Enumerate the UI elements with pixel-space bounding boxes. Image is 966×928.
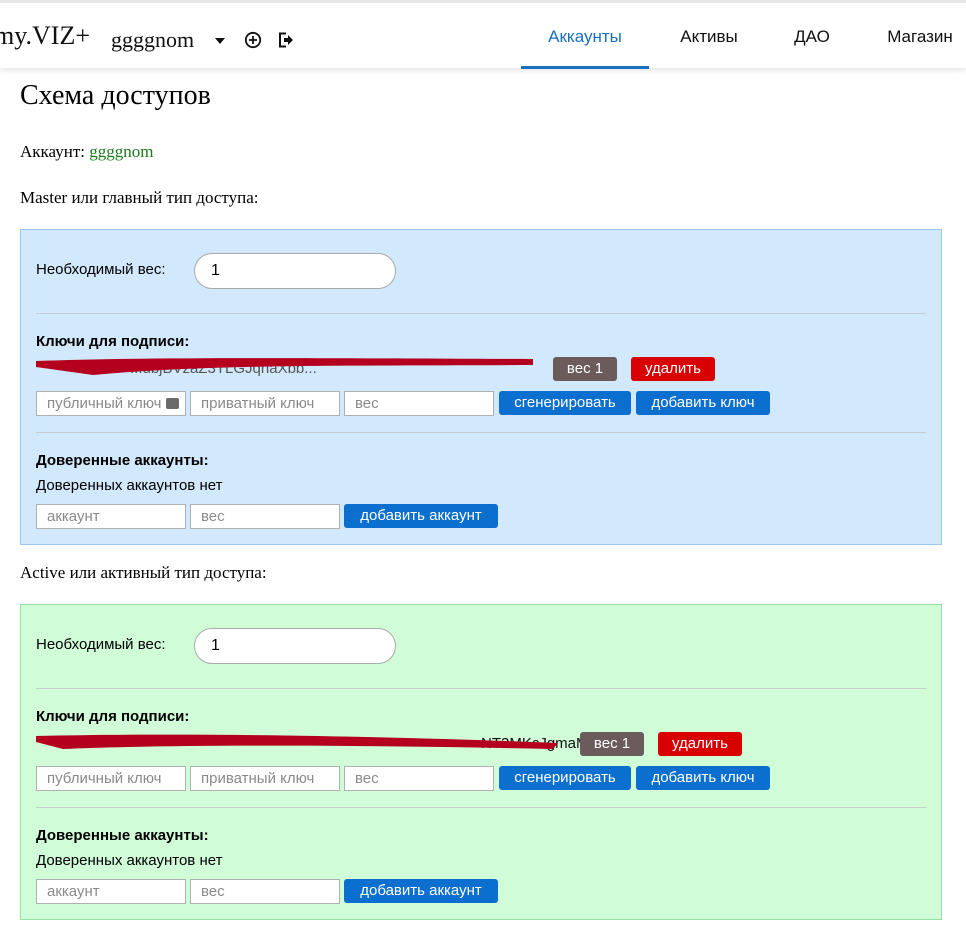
trusted-accounts-empty: Доверенных аккаунтов нет	[36, 477, 223, 494]
trusted-weight-input[interactable]	[190, 879, 340, 904]
active-authority-panel: Необходимый вес: Ключи для подписи: NT3M…	[20, 604, 942, 920]
divider	[36, 313, 926, 314]
public-key-input[interactable]	[36, 391, 186, 416]
add-account-button[interactable]: добавить аккаунт	[344, 879, 498, 903]
key-value: ...ubjBVzaZ3TLGJqnaXbb...	[130, 360, 317, 377]
required-weight-label: Необходимый вес:	[36, 636, 166, 653]
account-name[interactable]: ggggnom	[89, 142, 153, 161]
nav-assets[interactable]: Активы	[663, 3, 755, 71]
public-key-input[interactable]	[36, 766, 186, 791]
trusted-accounts-title: Доверенные аккаунты:	[36, 827, 209, 844]
add-account-button[interactable]: добавить аккаунт	[344, 504, 498, 528]
nav-accounts[interactable]: Аккаунты	[521, 3, 649, 71]
account-label: Аккаунт:	[20, 142, 85, 161]
trusted-account-input[interactable]	[36, 504, 186, 529]
key-weight-input[interactable]	[344, 391, 494, 416]
add-key-button[interactable]: добавить ключ	[636, 766, 770, 790]
key-value: NT3MKcJgmaM	[481, 735, 589, 752]
autofill-dots-icon[interactable]	[166, 398, 179, 409]
top-navbar: my.VIZ+ ggggnom Аккаунты Активы ДАО Мага…	[0, 0, 966, 71]
delete-key-button[interactable]: удалить	[658, 732, 742, 756]
active-section-title: Active или активный тип доступа:	[20, 563, 267, 582]
required-weight-input[interactable]	[194, 253, 396, 289]
trusted-weight-input[interactable]	[190, 504, 340, 529]
user-menu-name[interactable]: ggggnom	[111, 27, 194, 53]
delete-key-button[interactable]: удалить	[631, 357, 715, 381]
logout-icon[interactable]	[277, 31, 295, 49]
account-line: Аккаунт: ggggnom	[20, 142, 153, 162]
trusted-account-input[interactable]	[36, 879, 186, 904]
signing-keys-title: Ключи для подписи:	[36, 333, 190, 350]
divider	[36, 688, 926, 689]
generate-key-button[interactable]: сгенерировать	[499, 391, 631, 415]
key-weight-input[interactable]	[344, 766, 494, 791]
brand-logo[interactable]: my.VIZ+	[0, 21, 90, 51]
private-key-input[interactable]	[190, 391, 340, 416]
generate-key-button[interactable]: сгенерировать	[499, 766, 631, 790]
divider	[36, 807, 926, 808]
signing-keys-title: Ключи для подписи:	[36, 708, 190, 725]
required-weight-label: Необходимый вес:	[36, 261, 166, 278]
nav-dao[interactable]: ДАО	[780, 3, 844, 71]
private-key-input[interactable]	[190, 766, 340, 791]
add-circle-icon[interactable]	[244, 31, 262, 49]
key-weight-badge: вес 1	[553, 357, 617, 381]
divider	[36, 432, 926, 433]
caret-down-icon[interactable]	[213, 34, 227, 48]
active-tab-indicator	[521, 66, 649, 69]
master-section-title: Master или главный тип доступа:	[20, 188, 259, 207]
required-weight-input[interactable]	[194, 628, 396, 664]
add-key-button[interactable]: добавить ключ	[636, 391, 770, 415]
trusted-accounts-empty: Доверенных аккаунтов нет	[36, 852, 223, 869]
master-authority-panel: Необходимый вес: Ключи для подписи: ...u…	[20, 229, 942, 545]
nav-shop[interactable]: Магазин	[872, 3, 966, 71]
key-weight-badge: вес 1	[580, 732, 644, 756]
page-title: Схема доступов	[20, 80, 211, 111]
trusted-accounts-title: Доверенные аккаунты:	[36, 452, 209, 469]
